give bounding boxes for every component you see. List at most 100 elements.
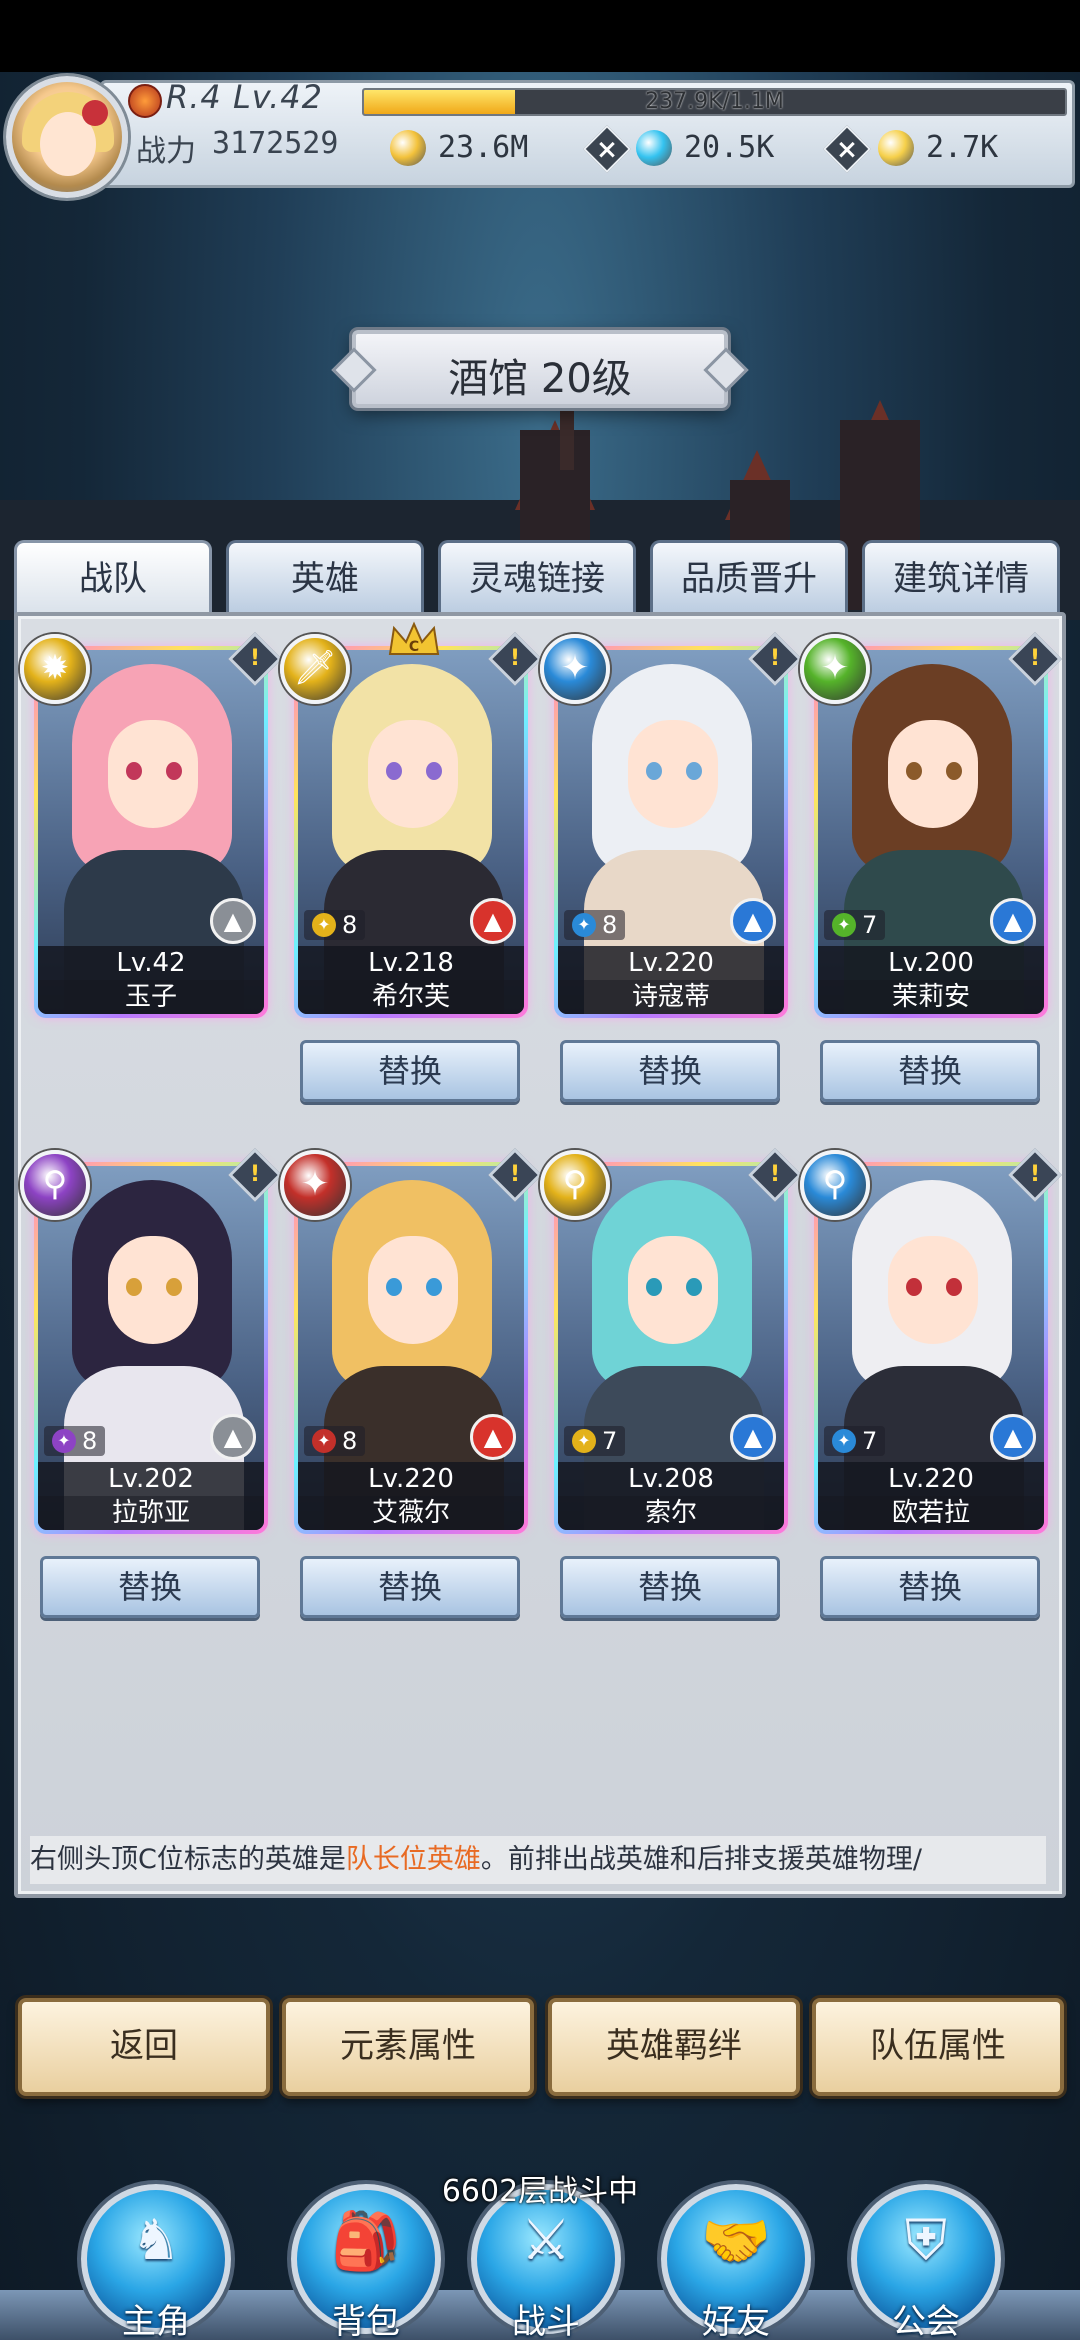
hero-star-count: ✦ 8 xyxy=(304,910,366,940)
element-icon: ⚲ xyxy=(540,1150,610,1220)
replace-hero-button[interactable]: 替换 xyxy=(40,1556,260,1618)
tab-building-details[interactable]: 建筑详情 xyxy=(862,540,1060,616)
nav-label: 好友 xyxy=(702,2302,770,2340)
hero-level: Lv.208 xyxy=(558,1462,784,1496)
hero-star-count: ✦ 8 xyxy=(564,910,626,940)
hero-card[interactable]: ▲ ✦ 7 Lv.200 茉莉安 xyxy=(814,646,1048,1018)
rank-icon xyxy=(128,84,162,118)
element-icon: ⚲ xyxy=(800,1150,870,1220)
hero-level: Lv.42 xyxy=(38,946,264,980)
hero-star-count: ✦ 7 xyxy=(824,910,886,940)
hero-stars: 7 xyxy=(602,1427,618,1455)
tab-quality-upgrade[interactable]: 品质晋升 xyxy=(650,540,848,616)
hero-star-count: ✦ 8 xyxy=(304,1426,366,1456)
back-button[interactable]: 返回 xyxy=(18,1998,270,2096)
replace-hero-button[interactable]: 替换 xyxy=(820,1040,1040,1102)
hero-star-count: ✦ 7 xyxy=(824,1426,886,1456)
hero-stars: 8 xyxy=(342,911,358,939)
status-bar xyxy=(0,0,1080,72)
hero-eye xyxy=(126,762,142,780)
mage-hat-icon: ▲ xyxy=(210,898,256,944)
game-scene: R.4 Lv.42 237.9K/1.1M 战力 3172529 23.6M 2… xyxy=(0,0,1080,2340)
element-icon: ⚲ xyxy=(20,1150,90,1220)
hero-card[interactable]: ▲ ✦ 7 Lv.208 索尔 xyxy=(554,1162,788,1534)
hero-card-inner: ▲ ✦ 8 Lv.218 希尔芙 xyxy=(298,650,524,1014)
hero-face xyxy=(368,1236,458,1344)
hero-card[interactable]: ▲ ✦ 7 Lv.220 欧若拉 xyxy=(814,1162,1048,1534)
hero-stars: 7 xyxy=(862,1427,878,1455)
hero-face xyxy=(888,720,978,828)
crossed-swords-icon: ⚔ xyxy=(520,2208,572,2273)
hint-prefix: 右侧头顶C位标志的英雄是 xyxy=(30,1844,346,1875)
hero-stars: 8 xyxy=(342,1427,358,1455)
hero-level: Lv.220 xyxy=(298,1462,524,1496)
hero-name: 玉子 xyxy=(38,980,264,1014)
replace-hero-button[interactable]: 替换 xyxy=(820,1556,1040,1618)
warrior-helm-icon: ▲ xyxy=(470,1414,516,1460)
hero-card[interactable]: ▲ ✦ 8 Lv.218 希尔芙 xyxy=(294,646,528,1018)
page-title: 酒馆 20级 xyxy=(448,356,632,402)
handshake-icon: 🤝 xyxy=(701,2209,771,2274)
mage-hat-icon: ▲ xyxy=(730,898,776,944)
hero-eye xyxy=(686,1278,702,1296)
hero-eye xyxy=(166,1278,182,1296)
hero-card-inner: ▲ ✦ 8 Lv.220 诗寇蒂 xyxy=(558,650,784,1014)
warrior-helm-icon: ▲ xyxy=(210,1414,256,1460)
hero-card-inner: ▲ ✦ 7 Lv.208 索尔 xyxy=(558,1166,784,1530)
building-title-plaque: 酒馆 20级 xyxy=(352,330,728,408)
hero-card-inner: ▲ ✦ 8 Lv.202 拉弥亚 xyxy=(38,1166,264,1530)
replace-hero-button[interactable]: 替换 xyxy=(560,1040,780,1102)
tab-soul-link[interactable]: 灵魂链接 xyxy=(438,540,636,616)
mage-hat-icon: ▲ xyxy=(990,898,1036,944)
hero-card[interactable]: ▲ ✦ 8 Lv.220 诗寇蒂 xyxy=(554,646,788,1018)
element-attributes-button[interactable]: 元素属性 xyxy=(282,1998,534,2096)
hero-stars: 8 xyxy=(82,1427,98,1455)
hero-eye xyxy=(646,1278,662,1296)
element-mini-icon: ✦ xyxy=(832,913,856,937)
leader-crown-icon: C xyxy=(388,621,440,655)
hero-face xyxy=(108,1236,198,1344)
hero-name: 拉弥亚 xyxy=(38,1496,264,1530)
tab-team[interactable]: 战队 xyxy=(14,540,212,616)
hero-card[interactable]: ▲ ✦ 8 Lv.202 拉弥亚 xyxy=(34,1162,268,1534)
hero-card[interactable]: ▲ Lv.42 玉子 xyxy=(34,646,268,1018)
hero-level: Lv.218 xyxy=(298,946,524,980)
hero-bonds-button[interactable]: 英雄羁绊 xyxy=(548,1998,800,2096)
hero-eye xyxy=(386,1278,402,1296)
team-attributes-button[interactable]: 队伍属性 xyxy=(812,1998,1064,2096)
hero-eye xyxy=(646,762,662,780)
backpack-icon: 🎒 xyxy=(331,2209,401,2274)
replace-hero-button[interactable]: 替换 xyxy=(300,1040,520,1102)
hero-face xyxy=(888,1236,978,1344)
replace-hero-button[interactable]: 替换 xyxy=(300,1556,520,1618)
element-mini-icon: ✦ xyxy=(572,913,596,937)
hero-level: Lv.200 xyxy=(818,946,1044,980)
hero-eye xyxy=(166,762,182,780)
gold-coin-icon xyxy=(390,130,426,166)
player-avatar[interactable] xyxy=(6,76,128,198)
hint-highlight: 队长位英雄 xyxy=(345,1844,481,1875)
hero-eye xyxy=(946,762,962,780)
battle-status: 6602层战斗中 xyxy=(441,2174,639,2209)
hero-stars: 8 xyxy=(602,911,618,939)
hero-eye xyxy=(906,1278,922,1296)
element-icon: ✹ xyxy=(20,634,90,704)
element-mini-icon: ✦ xyxy=(52,1429,76,1453)
nav-label: 主角 xyxy=(122,2302,190,2340)
hero-eye xyxy=(426,762,442,780)
hero-card[interactable]: ▲ ✦ 8 Lv.220 艾薇尔 xyxy=(294,1162,528,1534)
hero-star-count: ✦ 8 xyxy=(44,1426,106,1456)
tab-bar: 战队 英雄 灵魂链接 品质晋升 建筑详情 xyxy=(14,540,1066,616)
tab-heroes[interactable]: 英雄 xyxy=(226,540,424,616)
exp-text: 237.9K/1.1M xyxy=(645,89,784,114)
element-mini-icon: ✦ xyxy=(312,1429,336,1453)
hero-name: 欧若拉 xyxy=(818,1496,1044,1530)
warrior-helm-icon: ▲ xyxy=(470,898,516,944)
nav-label: 公会 xyxy=(892,2302,960,2340)
exp-bar: 237.9K/1.1M xyxy=(362,88,1067,116)
element-mini-icon: ✦ xyxy=(832,1429,856,1453)
hero-level: Lv.220 xyxy=(558,946,784,980)
nav-label: 背包 xyxy=(332,2302,400,2340)
replace-hero-button[interactable]: 替换 xyxy=(560,1556,780,1618)
currency-gem-value: 2.7K xyxy=(926,130,999,165)
